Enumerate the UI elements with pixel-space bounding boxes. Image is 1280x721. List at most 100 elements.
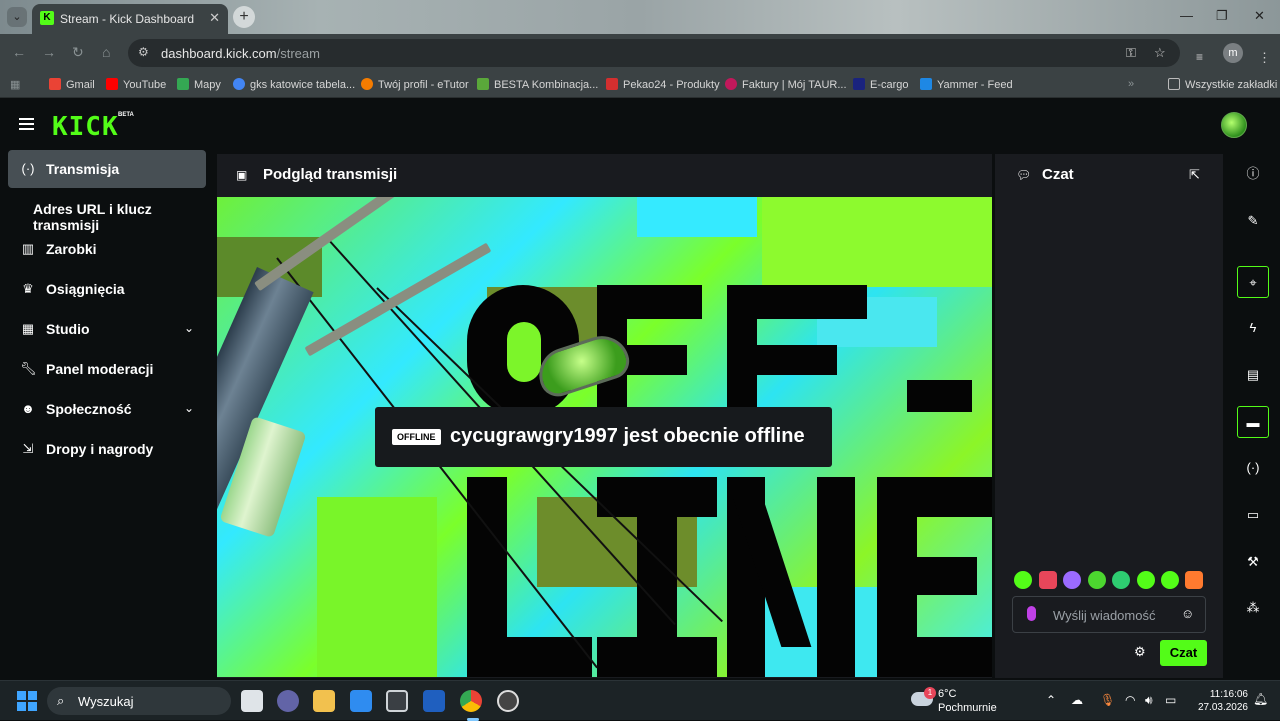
letter-f1-top	[597, 285, 702, 319]
scan-icon[interactable]: ⌖	[1237, 266, 1269, 298]
notification-bell-icon[interactable]: 🔔︎	[1253, 692, 1268, 706]
sidebar-item-spolecznosc[interactable]: ☻ Społeczność ⌄	[8, 390, 206, 428]
tray-overflow-icon[interactable]: ⌃	[1046, 693, 1056, 707]
hamburger-menu-icon[interactable]	[19, 118, 34, 130]
bookmark-pekao[interactable]: Pekao24 - Produkty	[606, 78, 720, 91]
popout-icon[interactable]: ⇱	[1189, 167, 1200, 183]
info-icon[interactable]: ⓘ	[1237, 158, 1269, 190]
reading-list-icon[interactable]: ≡	[1196, 50, 1203, 64]
chevron-down-icon[interactable]: ⌄	[184, 321, 194, 335]
microphone-icon[interactable]	[1027, 606, 1036, 621]
reload-icon[interactable]: ↻	[72, 44, 84, 61]
chat-send-button[interactable]: Czat	[1160, 640, 1207, 666]
user-avatar[interactable]	[1221, 112, 1247, 138]
chat-message-input[interactable]	[1053, 605, 1173, 625]
app-icon[interactable]	[386, 690, 408, 712]
close-window-icon[interactable]: ✕	[1254, 8, 1265, 24]
vs-icon[interactable]	[423, 690, 445, 712]
pencil-icon[interactable]: ✎	[1237, 205, 1269, 237]
emote[interactable]	[1161, 571, 1179, 589]
password-key-icon[interactable]: ⚿	[1126, 45, 1136, 61]
emote[interactable]	[1088, 571, 1106, 589]
start-button[interactable]	[17, 691, 37, 711]
offline-message: cycugrawgry1997 jest obecnie offline	[450, 425, 805, 447]
apps-icon[interactable]: ▦	[10, 78, 20, 91]
volume-icon[interactable]: 🔊︎	[1145, 693, 1153, 708]
emoji-icon[interactable]: ☺	[1181, 606, 1194, 621]
site-info-icon[interactable]: ⚙	[138, 45, 149, 59]
app-icon[interactable]	[497, 690, 519, 712]
studio-icon: ▦	[21, 321, 35, 336]
emote[interactable]	[1039, 571, 1057, 589]
profile-avatar[interactable]: m	[1223, 43, 1243, 63]
kick-logo[interactable]: KICK	[52, 112, 119, 142]
bookmark-star-icon[interactable]: ☆	[1154, 45, 1166, 61]
url-text: dashboard.kick.com/stream	[161, 46, 320, 61]
wrench-icon[interactable]: ⚒	[1237, 546, 1269, 578]
bookmark-mapy[interactable]: Mapy	[177, 78, 221, 91]
emote[interactable]	[1014, 571, 1032, 589]
kick-favicon-icon: K	[40, 11, 54, 25]
pixel-patch	[762, 197, 992, 287]
sidebar-item-panel-moderacji[interactable]: 🔧︎ Panel moderacji	[8, 350, 206, 388]
bookmark-faktury[interactable]: Faktury | Mój TAUR...	[725, 78, 847, 91]
lightning-icon[interactable]: ϟ	[1237, 312, 1269, 344]
sidebar-item-osiagniecia[interactable]: ♛ Osiągnięcia	[8, 270, 206, 308]
more-bookmarks-icon[interactable]: »	[1128, 78, 1134, 90]
store-icon[interactable]	[350, 690, 372, 712]
emote[interactable]	[1137, 571, 1155, 589]
clock-time: 11:16:06	[1209, 689, 1248, 700]
sidebar-item-transmisja[interactable]: (·) Transmisja	[8, 150, 206, 188]
bookmark-gmail[interactable]: Gmail	[49, 78, 95, 91]
tab-search-icon[interactable]: ⌄	[7, 7, 27, 27]
emote[interactable]	[1063, 571, 1081, 589]
home-icon[interactable]: ⌂	[102, 44, 110, 60]
task-view-icon[interactable]	[241, 690, 263, 712]
people-icon: ☻	[21, 401, 35, 416]
address-bar[interactable]: ⚙ dashboard.kick.com/stream ⚿ ☆	[128, 39, 1180, 67]
weather-temp: 6°C	[938, 688, 957, 700]
forward-icon[interactable]: →	[42, 44, 56, 60]
emote[interactable]	[1185, 571, 1203, 589]
bookmark-youtube[interactable]: YouTube	[106, 78, 166, 91]
broadcast-icon[interactable]: (·)	[1237, 452, 1269, 484]
preview-title: Podgląd transmisji	[263, 166, 398, 183]
offline-video-player[interactable]: OFFLINE cycugrawgry1997 jest obecnie off…	[217, 197, 992, 677]
chevron-down-icon[interactable]: ⌄	[184, 401, 194, 415]
battery-icon[interactable]: ▭	[1165, 693, 1176, 707]
sidebar-subitem-stream-key[interactable]: Adres URL i klucz transmisji	[33, 201, 214, 233]
minimize-icon[interactable]: —	[1180, 8, 1193, 23]
file-explorer-icon[interactable]	[313, 690, 335, 712]
bookmark-gks[interactable]: gks katowice tabela...	[233, 78, 355, 91]
nodes-icon[interactable]: ⁂	[1237, 592, 1269, 624]
chrome-icon[interactable]	[460, 690, 482, 712]
chat-settings-icon[interactable]: ⚙	[1134, 644, 1146, 660]
wrench-icon: 🔧︎	[20, 361, 37, 376]
taskbar-search[interactable]: ⌕ Wyszukaj	[47, 687, 231, 715]
wifi-icon[interactable]: ◠	[1125, 693, 1135, 707]
weather-widget[interactable]: 1 6°C Pochmurnie	[911, 687, 1021, 716]
bookmark-besta[interactable]: BESTA Kombinacja...	[477, 78, 598, 91]
bookmark-yammer[interactable]: Yammer - Feed	[920, 78, 1013, 91]
preview-icon: ▣	[236, 168, 248, 182]
sidebar-item-studio[interactable]: ▦ Studio ⌄	[8, 310, 206, 348]
clock[interactable]: 11:16:06 27.03.2026	[1192, 688, 1248, 714]
browser-tab[interactable]: K Stream - Kick Dashboard ✕	[32, 4, 228, 34]
emote[interactable]	[1112, 571, 1130, 589]
sidebar-item-dropy[interactable]: ⇲ Dropy i nagrody	[8, 430, 206, 468]
maximize-icon[interactable]: ❐	[1216, 8, 1228, 24]
all-bookmarks[interactable]: Wszystkie zakładki	[1168, 78, 1277, 91]
teams-icon[interactable]	[277, 690, 299, 712]
notes-icon[interactable]: ▤	[1237, 359, 1269, 391]
menu-icon[interactable]: ⋮	[1258, 50, 1271, 66]
bookmark-etutor[interactable]: Twój profil - eTutor	[361, 78, 469, 91]
microphone-tray-icon[interactable]: 🎙︎	[1100, 693, 1115, 707]
back-icon[interactable]: ←	[12, 44, 26, 60]
video-icon[interactable]: ▭	[1237, 499, 1269, 531]
onedrive-icon[interactable]: ☁	[1071, 693, 1083, 707]
bookmark-ecargo[interactable]: E-cargo	[853, 78, 909, 91]
chat-bubble-icon[interactable]: ▬	[1237, 406, 1269, 438]
sidebar-item-zarobki[interactable]: ▥ Zarobki	[8, 230, 206, 268]
new-tab-button[interactable]: +	[233, 6, 255, 28]
close-tab-icon[interactable]: ✕	[209, 10, 220, 26]
